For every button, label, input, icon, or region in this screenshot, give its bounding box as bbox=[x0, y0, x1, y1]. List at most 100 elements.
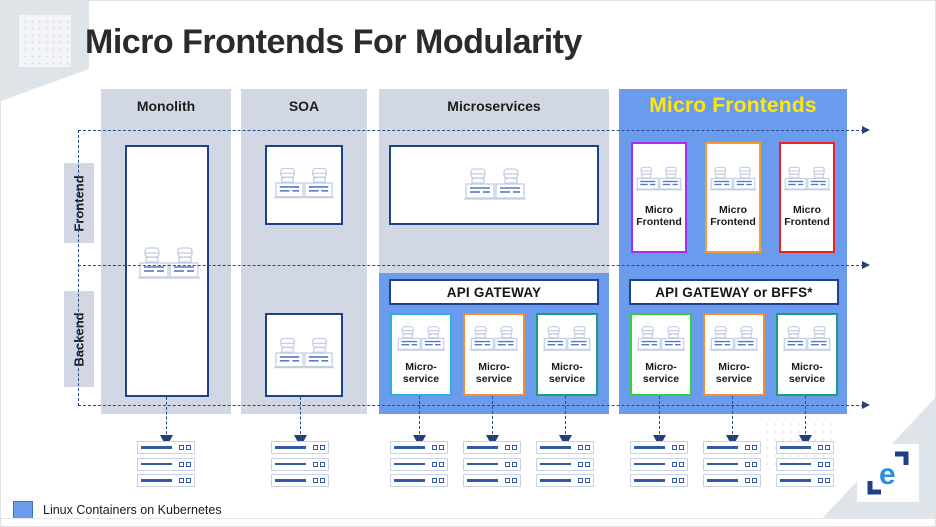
legend: Linux Containers on Kubernetes bbox=[13, 501, 222, 519]
microservice-card: Micro- service bbox=[703, 313, 765, 396]
micro-frontend-card-label-line1: Micro bbox=[718, 204, 747, 216]
e-logo: e bbox=[867, 451, 909, 495]
connector-soa bbox=[300, 397, 301, 439]
server-row bbox=[536, 441, 594, 454]
server-row bbox=[271, 441, 329, 454]
divider-top-arrow bbox=[862, 126, 870, 134]
server-row bbox=[271, 457, 329, 471]
top-left-dot-pattern-decoration bbox=[19, 15, 71, 67]
connector-monolith bbox=[166, 397, 167, 439]
server-stack-icon bbox=[536, 441, 594, 487]
server-row bbox=[536, 457, 594, 471]
api-gateway-bffs: API GATEWAY or BFFS* bbox=[629, 279, 839, 305]
divider-middle-arrow bbox=[862, 261, 870, 269]
column-header-microservices: Microservices bbox=[447, 98, 541, 114]
server-row bbox=[463, 457, 521, 471]
people-at-desk-icon bbox=[636, 326, 686, 351]
microservice-card: Micro- service bbox=[463, 313, 525, 396]
people-at-desk-icon bbox=[635, 166, 683, 191]
server-stack-icon bbox=[137, 441, 195, 487]
server-row bbox=[390, 474, 448, 487]
server-row bbox=[630, 474, 688, 487]
bottom-bar bbox=[1, 518, 935, 526]
logo-plate: e bbox=[857, 444, 919, 502]
microservice-card-label: Micro- service bbox=[402, 361, 440, 385]
server-stack-icon bbox=[271, 441, 329, 487]
microservices-frontend-box bbox=[389, 145, 599, 225]
people-at-desk-icon bbox=[709, 166, 757, 191]
people-at-desk-icon bbox=[542, 326, 592, 351]
micro-frontend-card: Micro Frontend bbox=[705, 142, 761, 253]
microservice-card: Micro- service bbox=[630, 313, 692, 396]
left-vertical-divider bbox=[78, 130, 79, 406]
server-stack-icon bbox=[703, 441, 761, 487]
micro-frontend-card: Micro Frontend bbox=[631, 142, 687, 253]
column-header-monolith: Monolith bbox=[136, 98, 196, 114]
people-at-desk-icon bbox=[782, 326, 832, 351]
column-header-micro-frontends: Micro Frontends bbox=[649, 94, 817, 117]
server-row bbox=[137, 457, 195, 471]
api-gateway-microservices: API GATEWAY bbox=[389, 279, 599, 305]
divider-bottom bbox=[78, 405, 864, 406]
server-row bbox=[390, 457, 448, 471]
svg-text:e: e bbox=[879, 458, 896, 491]
server-row bbox=[630, 457, 688, 471]
microservice-card: Micro- service bbox=[536, 313, 598, 396]
server-row bbox=[630, 441, 688, 454]
connector-mf-3 bbox=[805, 396, 806, 439]
soa-backend-box bbox=[265, 313, 343, 397]
server-row bbox=[536, 474, 594, 487]
server-row bbox=[390, 441, 448, 454]
server-row bbox=[776, 457, 834, 471]
monolith-app-box bbox=[125, 145, 209, 397]
microservice-card: Micro- service bbox=[776, 313, 838, 396]
micro-frontend-card-label-line1: Micro bbox=[644, 204, 673, 216]
page-title: Micro Frontends For Modularity bbox=[85, 23, 582, 61]
microservice-card-label: Micro- service bbox=[715, 361, 753, 385]
legend-label: Linux Containers on Kubernetes bbox=[43, 503, 222, 517]
micro-frontend-card-label-line1: Micro bbox=[792, 204, 821, 216]
connector-mf-1 bbox=[659, 396, 660, 439]
band-frontend: Frontend bbox=[64, 163, 94, 243]
server-row bbox=[776, 474, 834, 487]
band-frontend-label: Frontend bbox=[71, 174, 87, 232]
divider-top bbox=[78, 130, 864, 131]
divider-bottom-arrow bbox=[862, 401, 870, 409]
microservice-card-label: Micro- service bbox=[642, 361, 680, 385]
server-stack-icon bbox=[390, 441, 448, 487]
connector-mf-2 bbox=[732, 396, 733, 439]
connector-ms-1 bbox=[419, 396, 420, 439]
server-row bbox=[271, 474, 329, 487]
server-row bbox=[137, 474, 195, 487]
micro-frontend-card: Micro Frontend bbox=[779, 142, 835, 253]
server-row bbox=[137, 441, 195, 454]
server-row bbox=[703, 457, 761, 471]
people-at-desk-icon bbox=[464, 168, 526, 200]
people-at-desk-icon bbox=[273, 167, 335, 199]
connector-ms-2 bbox=[492, 396, 493, 439]
microservice-card-label: Micro- service bbox=[548, 361, 586, 385]
band-backend: Backend bbox=[64, 291, 94, 387]
server-row bbox=[703, 441, 761, 454]
microservice-card-label: Micro- service bbox=[475, 361, 513, 385]
server-row bbox=[776, 441, 834, 454]
server-stack-icon bbox=[630, 441, 688, 487]
server-row bbox=[703, 474, 761, 487]
people-at-desk-icon bbox=[396, 326, 446, 351]
soa-frontend-box bbox=[265, 145, 343, 225]
micro-frontend-card-label-line2: Frontend bbox=[636, 216, 682, 228]
server-row bbox=[463, 474, 521, 487]
slide-canvas: e Micro Frontends For Modularity Fronten… bbox=[0, 0, 936, 527]
people-at-desk-icon bbox=[273, 337, 335, 369]
legend-swatch bbox=[13, 501, 33, 519]
people-at-desk-icon bbox=[469, 326, 519, 351]
server-stack-icon bbox=[463, 441, 521, 487]
band-backend-label: Backend bbox=[71, 311, 87, 367]
column-header-soa: SOA bbox=[288, 98, 320, 114]
microservice-card: Micro- service bbox=[390, 313, 452, 396]
server-row bbox=[463, 441, 521, 454]
micro-frontend-card-label-line2: Frontend bbox=[710, 216, 756, 228]
people-at-desk-icon bbox=[783, 166, 831, 191]
divider-frontend-backend bbox=[78, 265, 864, 266]
people-at-desk-icon bbox=[709, 326, 759, 351]
